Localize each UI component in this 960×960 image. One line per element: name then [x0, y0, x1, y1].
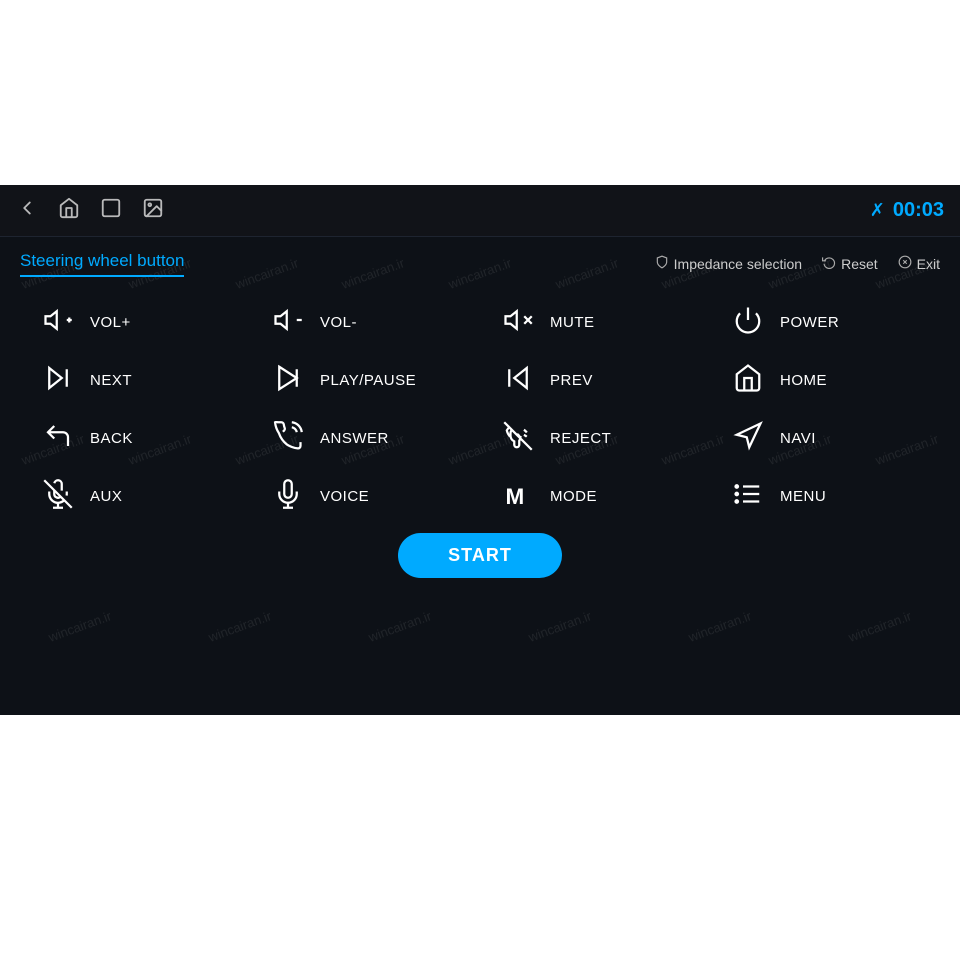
svg-text:M: M — [506, 484, 525, 509]
next-icon — [40, 363, 76, 397]
top-bar-right: ✗ 00:03 — [870, 199, 944, 222]
voice-icon — [270, 479, 306, 513]
reset-label: Reset — [841, 256, 878, 272]
answer-label: ANSWER — [320, 430, 389, 447]
navi-icon — [730, 421, 766, 455]
back-ctrl-icon — [40, 421, 76, 455]
exit-icon — [898, 255, 912, 274]
vol-plus-item[interactable]: VOL+ — [20, 293, 250, 351]
next-item[interactable]: NEXT — [20, 351, 250, 409]
page-title: Steering wheel button — [20, 251, 184, 277]
answer-icon — [270, 421, 306, 455]
reset-btn[interactable]: Reset — [822, 255, 878, 274]
mute-label: MUTE — [550, 314, 595, 331]
aux-label: AUX — [90, 488, 122, 505]
mode-icon: M — [500, 479, 536, 513]
content-area: Steering wheel button Impedance selectio… — [0, 237, 960, 588]
reset-icon — [822, 255, 836, 274]
time-display: 00:03 — [893, 199, 944, 222]
navi-item[interactable]: NAVI — [710, 409, 940, 467]
next-label: NEXT — [90, 372, 132, 389]
play-pause-icon — [270, 363, 306, 397]
aux-item[interactable]: AUX — [20, 467, 250, 525]
answer-item[interactable]: ANSWER — [250, 409, 480, 467]
shield-icon — [655, 255, 669, 274]
reject-label: REJECT — [550, 430, 611, 447]
menu-item[interactable]: MENU — [710, 467, 940, 525]
nav-icons — [16, 197, 164, 225]
home-ctrl-icon — [730, 363, 766, 397]
power-label: POWER — [780, 314, 839, 331]
bluetooth-icon: ✗ — [870, 200, 885, 221]
home-ctrl-item[interactable]: HOME — [710, 351, 940, 409]
gallery-icon[interactable] — [142, 197, 164, 225]
back-ctrl-item[interactable]: BACK — [20, 409, 250, 467]
vol-plus-icon — [40, 305, 76, 339]
back-ctrl-label: BACK — [90, 430, 133, 447]
voice-label: VOICE — [320, 488, 369, 505]
recent-icon[interactable] — [100, 197, 122, 225]
prev-label: PREV — [550, 372, 593, 389]
menu-label: MENU — [780, 488, 826, 505]
mode-label: MODE — [550, 488, 597, 505]
impedance-selection-btn[interactable]: Impedance selection — [655, 255, 802, 274]
exit-btn[interactable]: Exit — [898, 255, 940, 274]
prev-item[interactable]: PREV — [480, 351, 710, 409]
exit-label: Exit — [917, 256, 940, 272]
power-item[interactable]: POWER — [710, 293, 940, 351]
vol-minus-item[interactable]: VOL- — [250, 293, 480, 351]
reject-item[interactable]: REJECT — [480, 409, 710, 467]
title-row: Steering wheel button Impedance selectio… — [20, 251, 940, 277]
start-button[interactable]: START — [398, 533, 562, 578]
back-icon[interactable] — [16, 197, 38, 225]
play-pause-item[interactable]: PLAY/PAUSE — [250, 351, 480, 409]
vol-minus-icon — [270, 305, 306, 339]
top-bar: ✗ 00:03 — [0, 185, 960, 237]
reject-icon — [500, 421, 536, 455]
vol-minus-label: VOL- — [320, 314, 357, 331]
title-actions: Impedance selection Reset — [655, 255, 940, 274]
power-icon — [730, 305, 766, 339]
aux-icon — [40, 479, 76, 513]
play-pause-label: PLAY/PAUSE — [320, 372, 416, 389]
prev-icon — [500, 363, 536, 397]
home-icon[interactable] — [58, 197, 80, 225]
vol-plus-label: VOL+ — [90, 314, 131, 331]
menu-icon — [730, 479, 766, 513]
mute-item[interactable]: MUTE — [480, 293, 710, 351]
start-btn-wrapper: START — [20, 533, 940, 578]
voice-item[interactable]: VOICE — [250, 467, 480, 525]
mute-icon — [500, 305, 536, 339]
mode-item[interactable]: M MODE — [480, 467, 710, 525]
impedance-label: Impedance selection — [674, 256, 802, 272]
controls-grid: VOL+ VOL- — [20, 293, 940, 525]
navi-label: NAVI — [780, 430, 816, 447]
home-ctrl-label: HOME — [780, 372, 827, 389]
